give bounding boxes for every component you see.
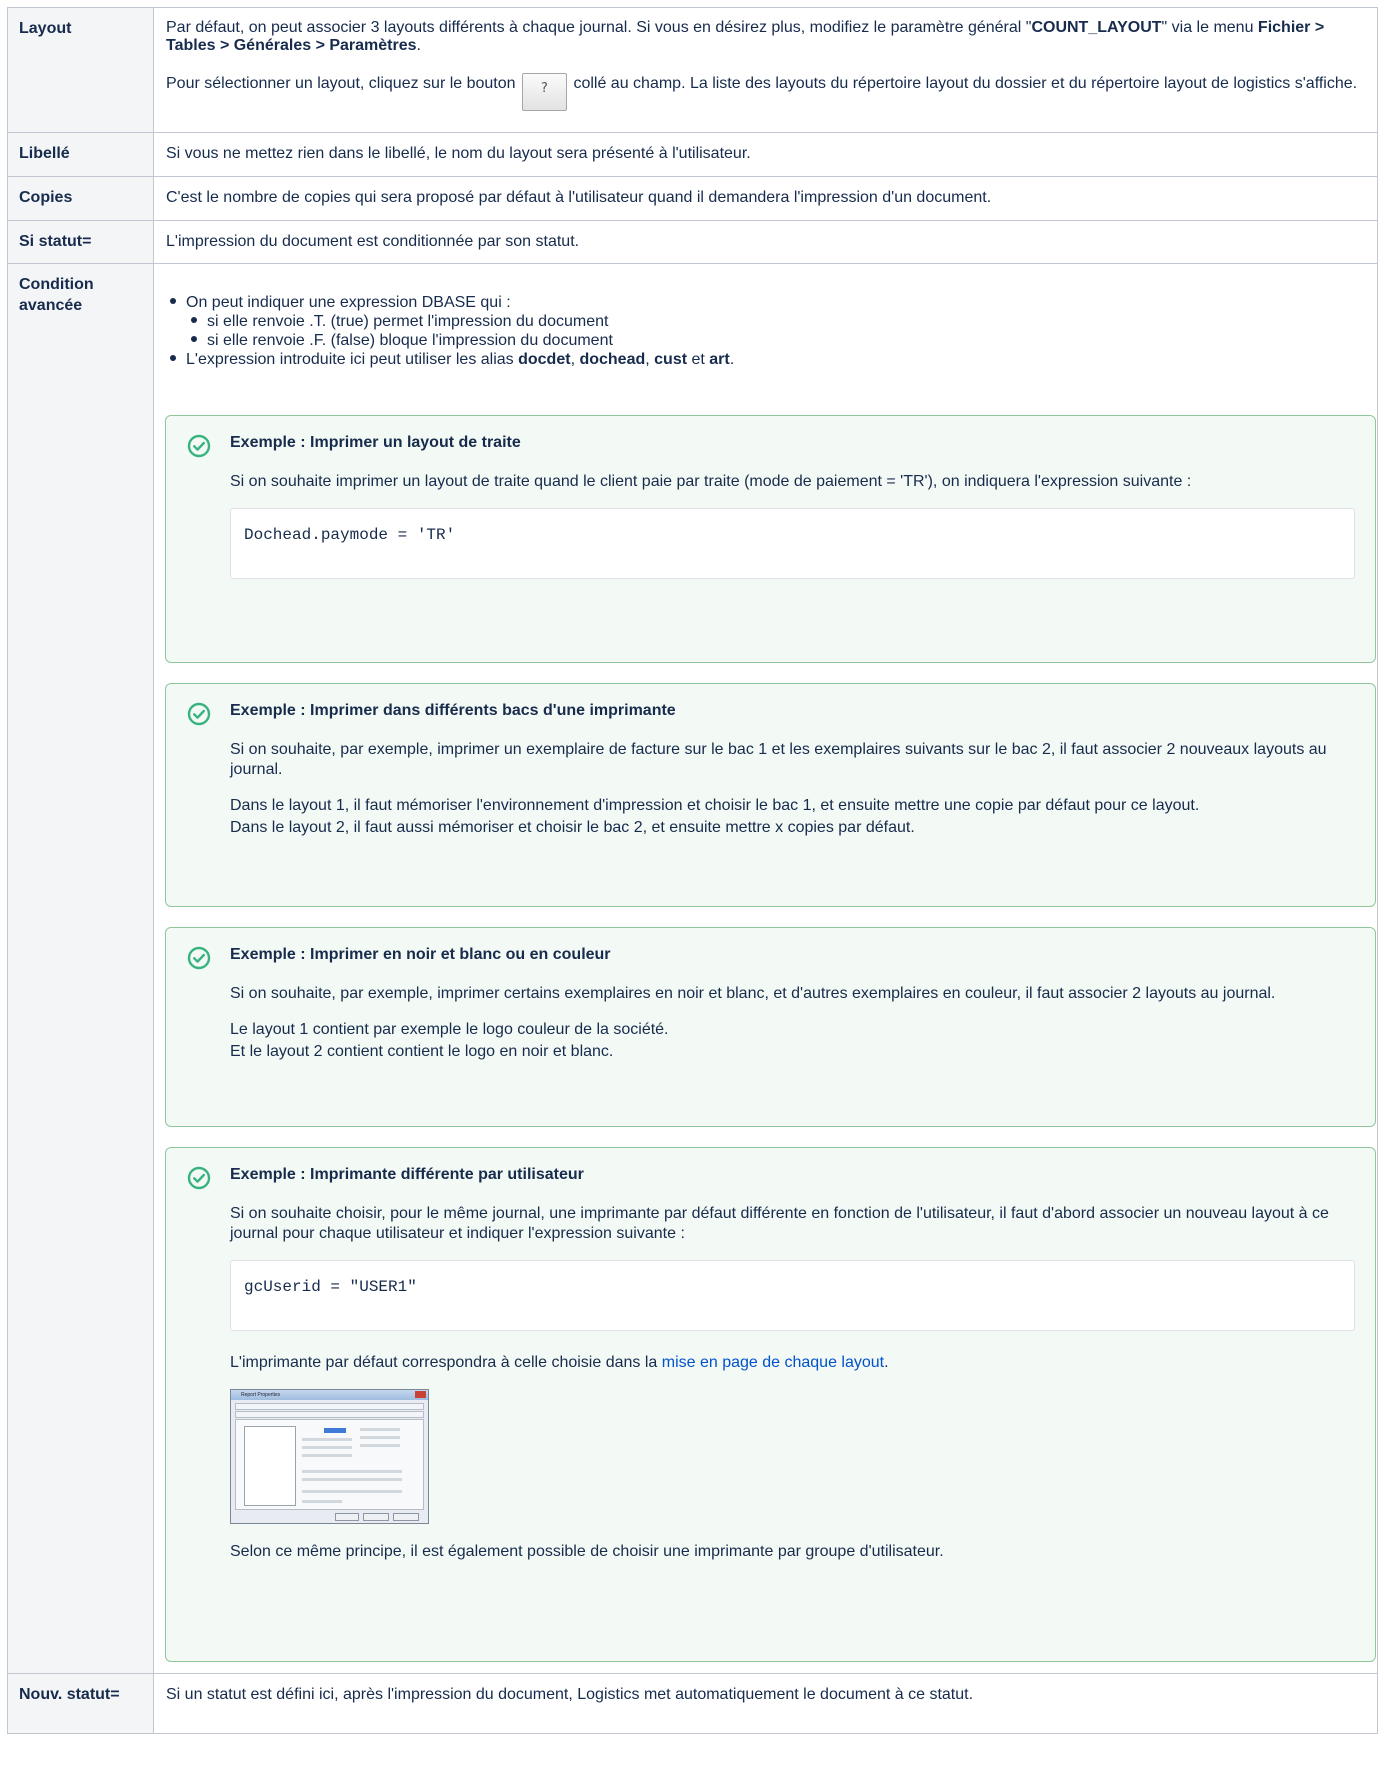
row-libelle: Libellé Si vous ne mettez rien dans le l… [7,132,1378,177]
paragraph: Le layout 1 contient par exemple le logo… [230,1021,669,1039]
thumb-ok-button [335,1513,359,1522]
thumb-cancel-button [363,1513,389,1522]
text: , [645,351,655,369]
alias: dochead [579,351,646,369]
row-copies: Copies C'est le nombre de copies qui ser… [7,175,1378,221]
panel-title: Exemple : Imprimer en noir et blanc ou e… [230,946,611,964]
paragraph: Dans le layout 1, il faut mémoriser l'en… [230,797,1200,815]
text: " via le menu [1161,19,1258,36]
paragraph: Dans le layout 2, il faut aussi mémorise… [230,819,915,837]
thumb-line [302,1438,352,1442]
thumb-tabs [235,1411,424,1419]
list-item: On peut indiquer une expression DBASE qu… [165,293,1376,350]
row-key: Copies [7,175,154,221]
paragraph: Par défaut, on peut associer 3 layouts d… [166,19,1363,55]
paragraph: Selon ce même principe, il est également… [230,1543,944,1561]
thumb-titlebar: Report Properties [231,1390,428,1401]
check-circle-icon [187,435,211,458]
text: collé au champ. La liste des layouts du … [569,75,1358,92]
report-properties-screenshot[interactable]: Report Properties [230,1389,429,1525]
row-si-statut: Si statut= L'impression du document est … [7,219,1378,265]
text: . [729,351,735,369]
row-layout: Layout Par défaut, on peut associer 3 la… [7,7,1378,133]
thumb-line [360,1444,400,1448]
row-value: On peut indiquer une expression DBASE qu… [153,263,1378,1675]
check-circle-icon [187,703,211,726]
thumb-line [302,1454,352,1458]
row-value: C'est le nombre de copies qui sera propo… [153,175,1378,221]
row-nouv-statut: Nouv. statut= Si un statut est défini ic… [7,1673,1378,1735]
param-name: COUNT_LAYOUT [1031,19,1162,36]
code-block: Dochead.paymode = 'TR' [230,508,1355,580]
paragraph: Si on souhaite, par exemple, imprimer un… [230,741,1327,779]
thumb-help-button [393,1513,419,1522]
thumb-line [302,1446,352,1450]
check-circle-icon [187,947,211,970]
thumb-line [302,1470,402,1474]
row-key: Nouv. statut= [7,1673,154,1735]
text: L'expression introduite ici peut utilise… [186,351,519,369]
alias: docdet [518,351,571,369]
thumb-field [324,1428,346,1434]
alias: cust [654,351,688,369]
bullet-list: On peut indiquer une expression DBASE qu… [165,293,1376,369]
thumb-pane [235,1419,424,1511]
thumb-line [302,1490,402,1494]
example-panel: Exemple : Imprimer un layout de traite S… [165,415,1376,664]
thumb-line [302,1478,402,1482]
question-mark-icon[interactable]: ? [522,73,567,111]
page-layout-link[interactable]: mise en page de chaque layout [662,1354,884,1371]
panel-title: Exemple : Imprimante différente par util… [230,1166,584,1184]
row-value: L'impression du document est conditionné… [153,219,1378,265]
thumb-tabs [235,1403,424,1411]
row-value: Si un statut est défini ici, après l'imp… [153,1673,1378,1735]
list-item: si elle renvoie .F. (false) bloque l'imp… [186,331,1376,350]
paragraph: Si on souhaite choisir, pour le même jou… [230,1205,1329,1243]
thumb-line [360,1428,400,1432]
paragraph: Si on souhaite imprimer un layout de tra… [230,473,1192,491]
example-panel: Exemple : Imprimer dans différents bacs … [165,683,1376,908]
row-key: Layout [7,7,154,133]
text: . [884,1354,889,1372]
list-item: L'expression introduite ici peut utilise… [165,350,1376,369]
text: L'imprimante par défaut correspondra à c… [230,1354,662,1372]
text: Par défaut, on peut associer 3 layouts d… [166,19,1032,36]
paragraph: Pour sélectionner un layout, cliquez sur… [166,73,1363,111]
example-panel: Exemple : Imprimer en noir et blanc ou e… [165,927,1376,1128]
text: et [687,351,710,369]
properties-table: Layout Par défaut, on peut associer 3 la… [7,7,1378,1735]
alias: art [709,351,730,369]
row-value: Si vous ne mettez rien dans le libellé, … [153,132,1378,177]
row-key: Si statut= [7,219,154,265]
text: . [416,37,421,54]
row-condition: Condition avancée On peut indiquer une e… [7,263,1378,1675]
thumb-page-preview [244,1426,296,1507]
list-item: si elle renvoie .T. (true) permet l'impr… [186,312,1376,331]
example-panel: Exemple : Imprimante différente par util… [165,1147,1376,1663]
sub-list: si elle renvoie .T. (true) permet l'impr… [186,312,1376,350]
paragraph: Si on souhaite, par exemple, imprimer ce… [230,985,1276,1003]
paragraph: Et le layout 2 contient contient le logo… [230,1043,614,1061]
text: Pour sélectionner un layout, cliquez sur… [166,75,520,92]
row-key: Condition avancée [7,263,154,1675]
thumb-line [360,1436,400,1440]
paragraph: L'imprimante par défaut correspondra à c… [230,1353,1355,1373]
code-block: gcUserid = "USER1" [230,1260,1355,1332]
close-icon [415,1391,426,1399]
thumb-line [302,1500,342,1504]
row-key: Libellé [7,132,154,177]
panel-title: Exemple : Imprimer dans différents bacs … [230,702,676,720]
row-value: Par défaut, on peut associer 3 layouts d… [153,7,1378,133]
panel-title: Exemple : Imprimer un layout de traite [230,434,521,452]
check-circle-icon [187,1167,211,1190]
text: On peut indiquer une expression DBASE qu… [186,294,511,312]
